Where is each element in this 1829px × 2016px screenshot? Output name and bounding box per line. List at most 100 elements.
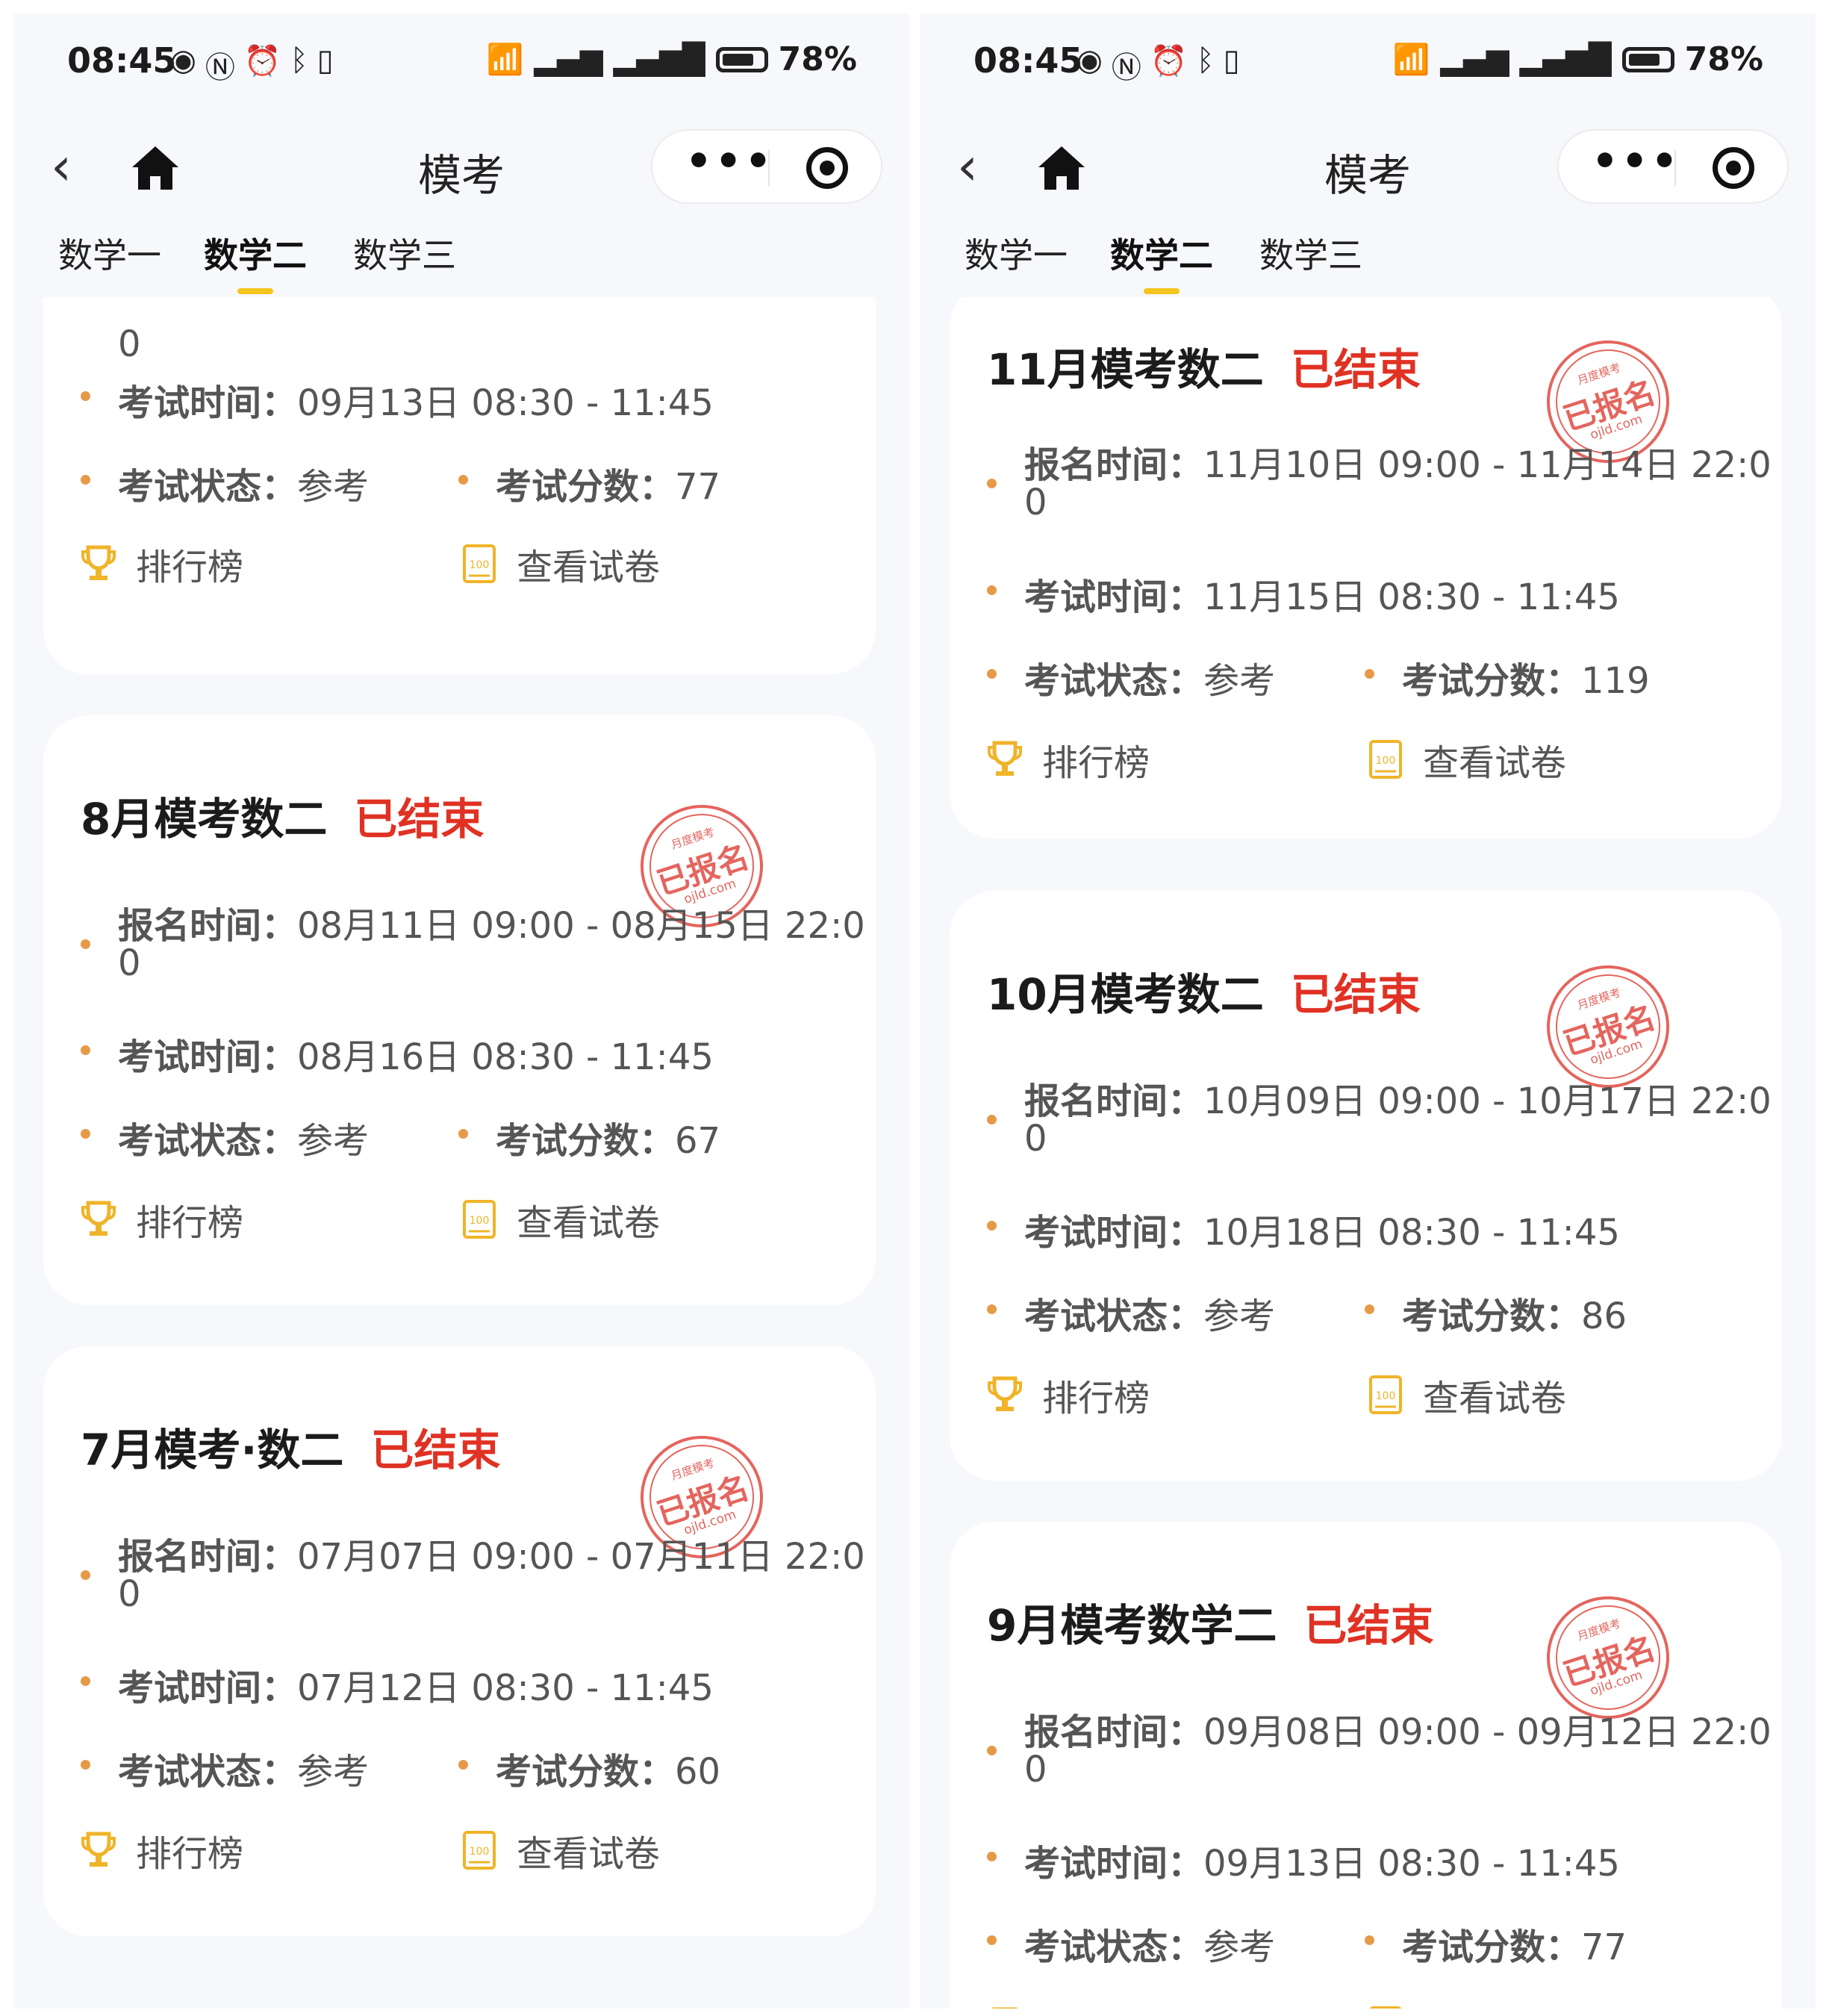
trophy-icon [81,1832,116,1867]
trophy-icon [988,741,1022,776]
nfc-icon: Ⓝ [1111,51,1141,85]
view-paper-button[interactable]: 100 查看试卷 [1368,733,1566,785]
signal-icon: ▂▄▆ [534,42,603,77]
exam-paper-icon: 100 [463,1831,496,1870]
ranking-label: 排行榜 [1042,742,1150,784]
eye-icon: ◉ [170,43,196,78]
exam-title: 10月模考数二 已结束 [987,969,1421,1020]
ranking-label: 排行榜 [136,1202,244,1244]
view-paper-label: 查看试卷 [1423,2000,1566,2009]
exam-card[interactable]: 7月模考·数二 已结束 月度模考 已报名 ojld.com 报名时间：07月07日 0… [43,1346,876,1936]
exam-title: 8月模考数二 已结束 [81,794,484,844]
capsule-divider [1674,150,1676,186]
close-target-icon[interactable] [806,147,848,189]
tab-math-2[interactable]: 数学二 [1110,228,1213,294]
vibrate-icon: ▯ [1223,43,1240,78]
4g-signal-icon: ▂▄▆█ [613,42,705,77]
status-bar: 08:45 ◉ Ⓝ ⏰ ᛒ ▯ 📶 ▂▄▆ ▂▄▆█ 78% [13,13,909,111]
exam-card[interactable]: 8月模考数二 已结束 月度模考 已报名 ojld.com 报名时间：08月11日 09… [43,715,876,1305]
close-target-icon[interactable] [1713,147,1754,189]
more-icon[interactable]: ••• [1592,141,1680,183]
view-paper-button[interactable]: 100 查看试卷 [1368,1369,1566,1421]
ranking-button[interactable]: 排行榜 [81,538,243,590]
subject-tabs: 数学一 数学二 数学三 [920,223,1816,297]
exam-list: 11月模考数二 已结束 月度模考 已报名 ojld.com 报名时间：11月10日 0… [920,297,1816,2009]
svg-text:100: 100 [470,559,490,571]
view-paper-label: 查看试卷 [1423,742,1567,784]
exam-title: 9月模考数学二 已结束 [987,1600,1434,1651]
ranking-label: 排行榜 [136,547,244,588]
nav-bar: ‹ 模考 ••• [920,111,1816,223]
status-time: 08:45 [973,40,1083,81]
capsule-divider [768,150,770,186]
view-paper-button[interactable]: 100 查看试卷 [461,538,660,590]
exam-paper-icon: 100 [463,1200,496,1239]
4g-signal-icon: ▂▄▆█ [1519,42,1612,77]
view-paper-button[interactable]: 100 查看试卷 [1368,2000,1566,2009]
ended-badge: 已结束 [1303,1600,1434,1651]
ranking-button[interactable]: 排行榜 [987,1369,1150,1421]
vibrate-icon: ▯ [317,43,334,78]
trophy-icon [992,2007,1018,2009]
signup-time-row: 报名时间：07月07日 09:00 - 07月11日 22:0 0 [81,1527,865,1624]
status-icons-right: 📶 ▂▄▆ ▂▄▆█ 78% [487,40,857,78]
signup-time-row: 报名时间：10月09日 09:00 - 10月17日 22:0 0 [987,1071,1772,1169]
ranking-button[interactable]: 排行榜 [987,2000,1150,2009]
battery-icon [715,46,768,72]
ranking-label: 排行榜 [1042,1378,1150,1419]
status-bar: 08:45 ◉ Ⓝ ⏰ ᛒ ▯ 📶 ▂▄▆ ▂▄▆█ 78% [920,13,1816,111]
view-paper-button[interactable]: 100 查看试卷 [461,1824,660,1876]
status-time: 08:45 [67,40,177,81]
exam-list: 0 考试时间：09月13日 08:30 - 11:45 考试状态：参考 考试分数… [13,297,909,2009]
ranking-button[interactable]: 排行榜 [81,1824,243,1876]
exam-card[interactable]: 10月模考数二 已结束 月度模考 已报名 ojld.com 报名时间：10月09日 0… [950,891,1782,1481]
tab-math-3[interactable]: 数学三 [1259,228,1362,278]
exam-card-partial: 0 考试时间：09月13日 08:30 - 11:45 考试状态：参考 考试分数… [43,297,876,674]
view-paper-label: 查看试卷 [517,547,661,588]
wifi-icon: 📶 [1392,43,1430,77]
ended-badge: 已结束 [1290,344,1421,395]
svg-text:100: 100 [1376,1390,1396,1402]
more-icon[interactable]: ••• [685,141,774,183]
view-paper-label: 查看试卷 [517,1833,661,1875]
signup-time-row: 报名时间：08月11日 09:00 - 08月15日 22:0 0 [81,896,865,993]
view-paper-label: 查看试卷 [1423,1378,1567,1419]
exam-title: 7月模考·数二 已结束 [81,1425,501,1475]
bluetooth-icon: ᛒ [1196,43,1215,78]
signal-icon: ▂▄▆ [1440,42,1509,77]
exam-paper-icon: 100 [1369,2006,1402,2009]
battery-icon [1621,46,1674,72]
status-icons-left: ◉ Ⓝ ⏰ ᛒ ▯ [1076,43,1240,87]
view-paper-button[interactable]: 100 查看试卷 [461,1193,660,1245]
signup-time-row: 报名时间：09月08日 09:00 - 09月12日 22:0 0 [987,1702,1772,1799]
status-icons-right: 📶 ▂▄▆ ▂▄▆█ 78% [1393,40,1763,78]
ranking-button[interactable]: 排行榜 [987,733,1150,785]
view-paper-label: 查看试卷 [517,1202,661,1244]
svg-text:100: 100 [470,1846,490,1858]
ended-badge: 已结束 [370,1425,501,1475]
exam-paper-icon: 100 [463,544,496,583]
tab-math-1[interactable]: 数学一 [58,228,161,278]
ended-badge: 已结束 [1290,969,1421,1020]
ranking-button[interactable]: 排行榜 [81,1193,243,1245]
battery-percent: 78% [778,40,857,78]
eye-icon: ◉ [1076,43,1103,78]
tab-math-2[interactable]: 数学二 [204,228,307,294]
signup-time-row: 报名时间：11月10日 09:00 - 11月14日 22:0 0 [987,435,1772,532]
tab-math-1[interactable]: 数学一 [965,228,1068,278]
trophy-icon [81,545,116,580]
svg-text:100: 100 [470,1215,490,1227]
battery-percent: 78% [1684,40,1763,78]
mini-program-capsule: ••• [1557,129,1789,204]
nav-bar: ‹ 模考 ••• [13,111,909,223]
exam-card[interactable]: 11月模考数二 已结束 月度模考 已报名 ojld.com 报名时间：11月10日 0… [950,297,1782,839]
bluetooth-icon: ᛒ [290,43,308,78]
exam-paper-icon: 100 [1369,740,1402,779]
subject-tabs: 数学一 数学二 数学三 [13,223,909,297]
svg-text:100: 100 [1376,755,1396,767]
exam-card[interactable]: 9月模考数学二 已结束 月度模考 已报名 ojld.com 报名时间：09月08日 0… [950,1522,1782,2009]
status-icons-left: ◉ Ⓝ ⏰ ᛒ ▯ [170,43,334,87]
tab-math-3[interactable]: 数学三 [353,228,456,278]
alarm-icon: ⏰ [1150,44,1188,78]
ranking-label: 排行榜 [1042,2000,1150,2009]
